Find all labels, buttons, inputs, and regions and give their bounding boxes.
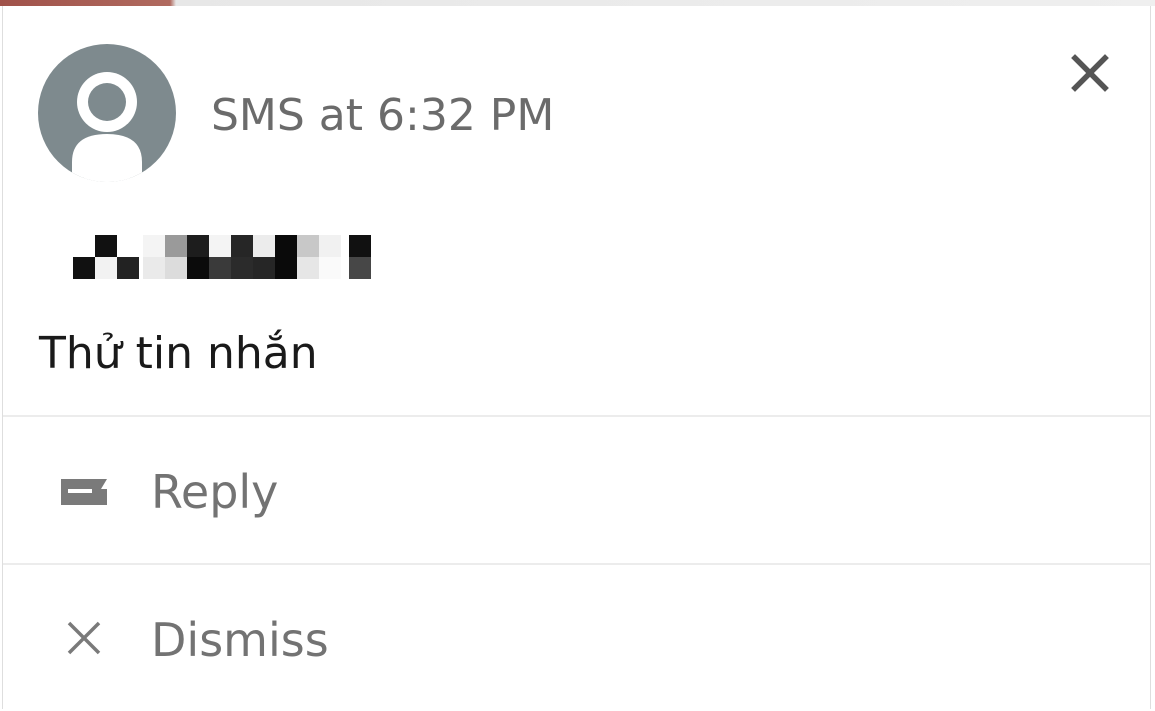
reply-button[interactable]: Reply: [3, 417, 1150, 563]
sms-notification-toast: SMS at 6:32 PM Thử tin nhắn Reply Dismis…: [2, 6, 1151, 709]
dismiss-x-icon: [59, 613, 111, 665]
redacted-sender-name: [71, 233, 371, 279]
reply-label: Reply: [151, 465, 279, 519]
notification-header-title: SMS at 6:32 PM: [211, 90, 555, 141]
dismiss-button[interactable]: Dismiss: [3, 565, 1150, 711]
person-avatar-icon: [38, 44, 176, 182]
reply-message-icon: [59, 465, 111, 517]
close-icon[interactable]: [1063, 46, 1117, 100]
message-body: Thử tin nhắn: [39, 328, 318, 379]
dismiss-label: Dismiss: [151, 613, 329, 667]
